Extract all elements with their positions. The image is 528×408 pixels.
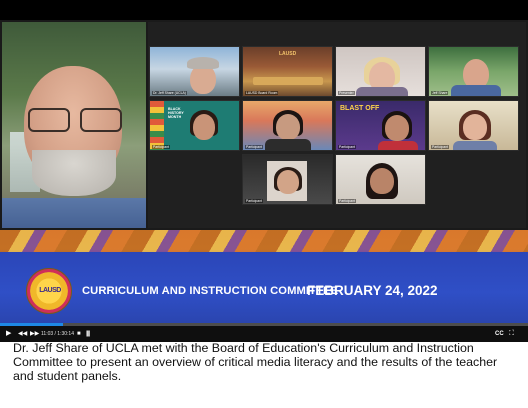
lausd-seal-logo: LAUSD	[26, 268, 72, 314]
tile-label: Participant	[338, 145, 357, 149]
tile-label: Participant	[152, 145, 171, 149]
tile-label: LAUSD Board Room	[245, 91, 279, 95]
progress-bar[interactable]	[0, 323, 528, 326]
volume-icon[interactable]: ■	[77, 329, 81, 339]
black-history-text: BLACK HISTORY MONTH	[168, 107, 184, 119]
progress-fill	[0, 323, 64, 326]
tile-label: Participant	[338, 199, 357, 203]
fullscreen-icon[interactable]: ⛶	[509, 329, 514, 339]
gallery-tile: Participant	[242, 100, 333, 151]
rewind-icon[interactable]: ◀◀	[18, 329, 27, 339]
video-frame[interactable]: Dr. Jeff Share (UCLA) LAUSD LAUSD Board …	[0, 20, 528, 326]
gallery-tile: LAUSD LAUSD Board Room	[242, 46, 333, 97]
committee-title: CURRICULUM AND INSTRUCTION COMMITTEE	[82, 285, 339, 297]
speaker-glasses	[24, 108, 128, 134]
cc-button[interactable]: CC	[495, 329, 504, 339]
article-caption: Dr. Jeff Share of UCLA met with the Boar…	[13, 341, 498, 384]
zoom-gallery: Dr. Jeff Share (UCLA) LAUSD LAUSD Board …	[148, 22, 526, 228]
seal-text: LAUSD	[39, 287, 61, 294]
play-icon[interactable]: ▶	[6, 329, 11, 339]
tile-label: Presenter	[338, 91, 355, 95]
channel-banner: LAUSD CURRICULUM AND INSTRUCTION COMMITT…	[0, 230, 528, 326]
board-seal-text: LAUSD	[279, 51, 297, 57]
speaker-shirt	[2, 198, 146, 228]
speaker-feed	[2, 22, 146, 228]
tile-label: Participant	[245, 199, 264, 203]
meeting-date: FEBRUARY 24, 2022	[307, 283, 438, 298]
tile-label: Participant	[245, 145, 264, 149]
tile-label: Participant	[431, 145, 450, 149]
gallery-tile: BLAST OFF Participant	[335, 100, 426, 151]
speaker-beard	[32, 150, 116, 196]
blast-off-text: BLAST OFF	[340, 105, 380, 112]
banner-pattern	[0, 230, 528, 252]
gallery-tile: Jeff Share	[428, 46, 519, 97]
tile-label: Jeff Share	[431, 91, 449, 95]
volume-level-icon[interactable]: ||||||	[86, 329, 90, 339]
gallery-tile: Participant	[428, 100, 519, 151]
time-display: 11:03 / 1:30:14	[41, 331, 74, 337]
gallery-tile: Participant	[242, 154, 333, 205]
gallery-tile: Dr. Jeff Share (UCLA)	[149, 46, 240, 97]
gallery-tile: BLACK HISTORY MONTH Participant	[149, 100, 240, 151]
top-bar	[0, 0, 528, 20]
tile-label: Dr. Jeff Share (UCLA)	[152, 91, 187, 95]
gallery-tile: Presenter	[335, 46, 426, 97]
forward-icon[interactable]: ▶▶	[30, 329, 39, 339]
gallery-tile: Participant	[335, 154, 426, 205]
player-controls: ▶ ◀◀ ▶▶ 11:03 / 1:30:14 ■ |||||| CC ⛶	[0, 323, 528, 342]
